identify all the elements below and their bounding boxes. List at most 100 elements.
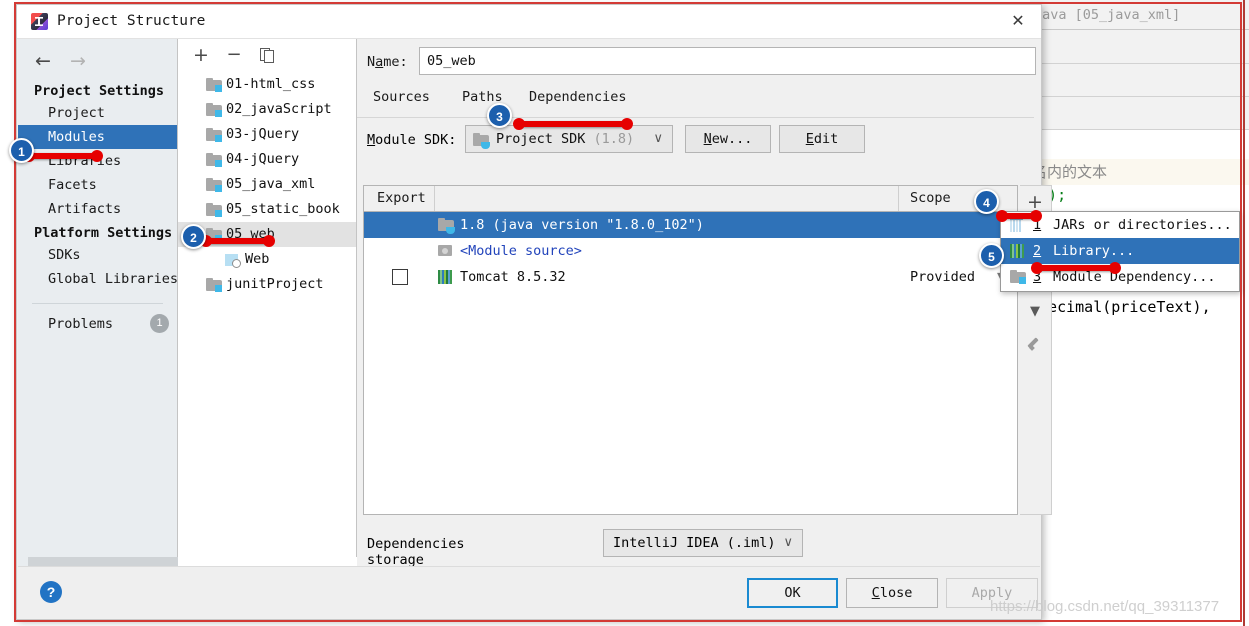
tree-item-label: junitProject xyxy=(226,276,324,292)
editor-bg-strip xyxy=(1030,130,1249,159)
tree-item-label: 01-html_css xyxy=(226,76,316,92)
module-folder-icon xyxy=(1010,270,1026,284)
sidebar-item-modules[interactable]: Modules xyxy=(18,125,177,149)
storage-format-select[interactable]: IntelliJ IDEA (.iml) ∨ xyxy=(603,529,803,557)
jar-icon xyxy=(1010,218,1023,232)
arrow-right-icon[interactable]: → xyxy=(70,50,86,72)
tree-item-label: 05_java_xml xyxy=(226,176,316,192)
tree-item-04-jquery[interactable]: 04-jQuery xyxy=(178,147,356,172)
module-folder-icon xyxy=(206,203,222,217)
problems-count-badge: 1 xyxy=(150,314,169,333)
module-folder-icon xyxy=(206,128,222,142)
tree-item-web-facet[interactable]: Web xyxy=(178,247,356,272)
dependency-label: <Module source> xyxy=(460,243,582,259)
module-folder-icon xyxy=(206,153,222,167)
tree-item-03-jquery[interactable]: 03-jQuery xyxy=(178,122,356,147)
module-folder-icon xyxy=(206,103,222,117)
add-module-button[interactable]: + xyxy=(190,45,212,67)
tab-dependencies[interactable]: Dependencies xyxy=(529,89,627,105)
module-name-input[interactable] xyxy=(419,47,1036,75)
tree-item-label: Web xyxy=(245,251,270,267)
annotation-marker-1: 1 xyxy=(9,138,34,163)
module-sdk-label: Module SDK: xyxy=(367,132,457,148)
sidebar-item-global-libraries[interactable]: Global Libraries xyxy=(18,267,178,291)
annotation-marker-2: 2 xyxy=(181,224,206,249)
header-divider xyxy=(898,186,899,211)
edit-sdk-button[interactable]: Edit xyxy=(779,125,865,153)
remove-module-button[interactable]: − xyxy=(223,45,245,67)
sidebar-item-artifacts[interactable]: Artifacts xyxy=(18,197,177,221)
menu-item-label: JARs or directories... xyxy=(1053,217,1232,233)
add-dependency-menu: 1 JARs or directories... 2 Library... 3 … xyxy=(1000,211,1240,292)
sidebar-nav-row: ← → xyxy=(18,39,177,79)
tree-item-05-java-xml[interactable]: 05_java_xml xyxy=(178,172,356,197)
tab-sources[interactable]: Sources xyxy=(373,89,430,105)
dependency-label: Tomcat 8.5.32 xyxy=(460,269,566,285)
menu-item-library[interactable]: 2 Library... xyxy=(1001,238,1239,264)
copy-icon[interactable] xyxy=(256,45,278,67)
annotation-marker-3: 3 xyxy=(487,103,512,128)
sdk-folder-icon xyxy=(473,133,490,149)
tree-item-junitproject[interactable]: junitProject xyxy=(178,272,356,297)
dependency-label: 1.8 (java version "1.8.0_102") xyxy=(460,217,704,233)
library-icon xyxy=(438,270,452,284)
arrow-left-icon[interactable]: ← xyxy=(35,50,51,72)
annotation-marker-4: 4 xyxy=(974,189,999,214)
close-icon[interactable]: ✕ xyxy=(995,5,1041,38)
edit-dependency-button[interactable] xyxy=(1020,328,1050,360)
editor-tab-label[interactable]: java [05_java_xml] xyxy=(1030,0,1249,30)
table-row[interactable]: <Module source> xyxy=(364,238,1017,264)
watermark: https://blog.csdn.net/qq_39311377 xyxy=(990,598,1220,615)
sidebar-group-title: Platform Settings xyxy=(34,225,173,241)
export-checkbox[interactable] xyxy=(392,269,408,285)
module-folder-icon xyxy=(206,278,222,292)
tree-item-01-html-css[interactable]: 01-html_css xyxy=(178,72,356,97)
help-icon[interactable]: ? xyxy=(40,581,62,603)
dependencies-table: Export Scope 1.8 (java version "1.8.0_10… xyxy=(363,185,1018,515)
column-header-export: Export xyxy=(377,190,426,206)
header-divider xyxy=(434,186,435,211)
sidebar-item-facets[interactable]: Facets xyxy=(18,173,177,197)
module-tabs: Sources Paths Dependencies xyxy=(357,85,1040,118)
module-folder-icon xyxy=(206,78,222,92)
editor-highlight-line: 名内的文本 xyxy=(1030,159,1249,185)
tree-item-label: 05_static_book xyxy=(226,201,340,217)
project-structure-dialog: Project Structure ✕ ← → Project Settings… xyxy=(16,4,1052,620)
table-row[interactable]: 1.8 (java version "1.8.0_102") xyxy=(364,212,1017,238)
tree-item-05-static-book[interactable]: 05_static_book xyxy=(178,197,356,222)
tree-item-label: 02_javaScript xyxy=(226,101,332,117)
screenshot-root: java [05_java_xml] 名内的文本 e"); gDecimal(p… xyxy=(0,0,1249,626)
menu-item-label: Library... xyxy=(1053,243,1135,259)
menu-item-number: 2 xyxy=(1033,243,1042,259)
pencil-icon xyxy=(1028,336,1043,351)
sdk-name: Project SDK xyxy=(496,131,586,147)
cancel-button[interactable]: Close xyxy=(846,578,938,608)
copy-glyph xyxy=(259,48,275,63)
dependencies-table-header: Export Scope xyxy=(364,186,1017,212)
sidebar-item-project[interactable]: Project xyxy=(18,101,177,125)
frame-right-edge xyxy=(1243,0,1245,626)
annotation-bar-2 xyxy=(200,235,275,247)
tree-item-02-javascript[interactable]: 02_javaScript xyxy=(178,97,356,122)
ok-button[interactable]: OK xyxy=(747,578,838,608)
sidebar-item-problems[interactable]: Problems 1 xyxy=(18,312,177,336)
storage-format-value: IntelliJ IDEA (.iml) xyxy=(613,535,776,551)
sidebar-divider xyxy=(32,303,163,304)
move-down-button[interactable]: ▼ xyxy=(1020,296,1050,328)
sidebar-item-label: Problems xyxy=(48,316,114,332)
module-sdk-select[interactable]: Project SDK (1.8) ∨ xyxy=(465,125,673,153)
table-row[interactable]: Tomcat 8.5.32 Provided ▼ xyxy=(364,264,1017,290)
editor-code-line-1: e"); xyxy=(1030,186,1249,204)
modules-toolbar: + − xyxy=(178,39,356,72)
sidebar-item-sdks[interactable]: SDKs xyxy=(18,243,177,267)
module-editor-panel: Name: Sources Paths Dependencies Module … xyxy=(357,39,1052,584)
sidebar-group-title: Project Settings xyxy=(34,83,165,99)
dialog-title: Project Structure xyxy=(57,13,206,29)
new-sdk-button[interactable]: New... xyxy=(685,125,771,153)
module-sdk-value: Project SDK (1.8) xyxy=(496,131,634,147)
sdk-folder-icon xyxy=(438,218,455,234)
column-header-scope: Scope xyxy=(910,190,951,206)
module-sdk-row: Module SDK: Project SDK (1.8) ∨ New... E… xyxy=(357,118,1040,162)
editor-bg-strip xyxy=(1030,30,1249,64)
module-folder-icon xyxy=(206,178,222,192)
